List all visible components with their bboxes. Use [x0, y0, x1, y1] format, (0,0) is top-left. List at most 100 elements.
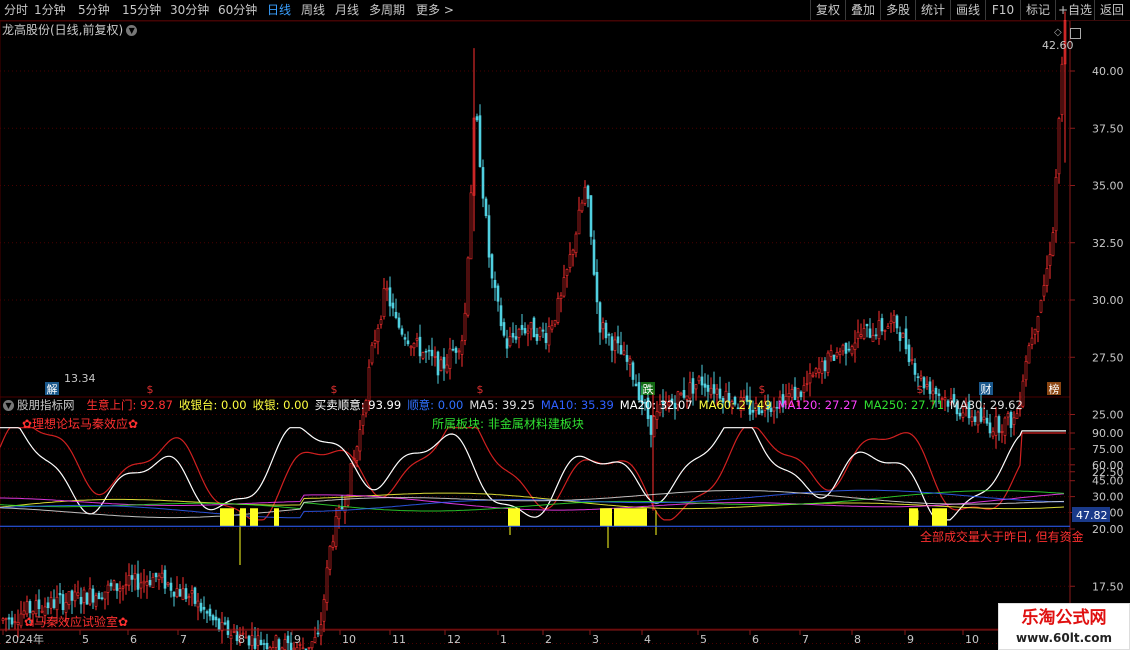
event-marker: $: [331, 383, 338, 396]
candle-body: [400, 328, 404, 335]
candle-body: [697, 376, 701, 382]
candle-body: [565, 269, 569, 276]
candle-body: [316, 632, 320, 635]
candle-body: [532, 317, 536, 338]
candle-body: [334, 516, 338, 547]
signal-bar: [600, 508, 612, 527]
candle-body: [811, 374, 815, 377]
chart-canvas: 40.0037.5035.0032.5030.0027.5025.0022.50…: [0, 11, 1124, 650]
candle-body: [517, 328, 521, 338]
candle-body: [610, 336, 614, 351]
candle-body: [88, 588, 92, 605]
x-axis-label: 6: [752, 633, 759, 646]
candle-body: [544, 333, 548, 343]
x-axis-label: 10: [965, 633, 979, 646]
candle-body: [37, 599, 41, 610]
candle-body: [631, 362, 635, 380]
candle-body: [694, 384, 698, 390]
candle-body: [859, 334, 863, 337]
candle-body: [913, 363, 917, 375]
candle-body: [469, 192, 473, 260]
candle-body: [157, 575, 161, 581]
signal-bar: [250, 508, 258, 527]
candle-body: [61, 594, 65, 611]
candle-body: [322, 599, 326, 622]
candle-body: [973, 416, 977, 422]
candle-body: [376, 328, 380, 343]
indicator-value: MA5: 39.25: [469, 398, 535, 412]
candle-body: [907, 344, 911, 363]
event-marker: 榜: [1049, 382, 1060, 396]
indicator-name[interactable]: 股朋指标网: [17, 398, 75, 412]
candle-body: [598, 302, 602, 333]
candle-body: [145, 581, 149, 586]
event-marker: 跌: [643, 382, 654, 396]
candle-body: [703, 383, 707, 388]
indicator-value: MA120: 27.27: [777, 398, 858, 412]
window-toggle-icon[interactable]: [1070, 28, 1081, 39]
candle-body: [988, 422, 992, 434]
candle-body: [916, 376, 920, 378]
candle-body: [568, 254, 572, 268]
price-tick-label: 40.00: [1092, 65, 1124, 78]
candle-body: [16, 622, 20, 625]
candle-body: [85, 592, 89, 605]
candle-body: [1042, 285, 1046, 297]
candle-body: [595, 272, 599, 303]
candle-body: [148, 580, 152, 586]
candle-body: [130, 575, 134, 580]
indicator-value: 收银: 0.00: [252, 398, 309, 412]
price-tick-label: 20.00: [1092, 523, 1124, 536]
candle-body: [607, 334, 611, 336]
diamond-icon[interactable]: ◇: [1054, 27, 1062, 38]
candle-body: [700, 376, 704, 386]
candle-body: [208, 608, 212, 617]
candle-body: [4, 618, 8, 620]
chevron-down-icon[interactable]: ▼: [3, 400, 14, 411]
candle-body: [580, 202, 584, 212]
candle-body: [115, 583, 119, 591]
price-tick-label: 30.00: [1092, 294, 1124, 307]
candle-body: [10, 617, 14, 625]
candle-body: [448, 348, 452, 369]
candle-body: [514, 336, 518, 340]
candle-body: [199, 602, 203, 612]
candle-body: [367, 366, 371, 401]
candle-body: [121, 586, 125, 589]
candle-body: [1057, 118, 1061, 175]
candle-body: [424, 350, 428, 353]
candle-body: [250, 635, 254, 647]
watermark-title: 乐淘公式网: [1021, 608, 1107, 628]
candle-body: [382, 288, 386, 317]
candle-body: [1, 618, 5, 621]
candle-body: [133, 573, 137, 580]
candle-body: [436, 351, 440, 376]
candle-body: [934, 387, 938, 395]
candle-body: [187, 596, 191, 598]
candle-body: [244, 636, 248, 639]
candle-body: [925, 384, 929, 387]
event-markers: 解 $ $ $ 跌 $ $ 财 榜: [45, 382, 1061, 396]
candle-body: [856, 331, 860, 339]
candle-body: [328, 545, 332, 570]
candle-body: [832, 354, 836, 361]
candle-body: [442, 356, 446, 369]
candle-body: [829, 350, 833, 357]
candle-body: [865, 323, 869, 327]
candle-body: [313, 636, 317, 643]
candle-body: [427, 349, 431, 352]
x-axis-label: 2: [545, 633, 552, 646]
candle-body: [355, 446, 359, 461]
x-axis-label: 8: [238, 633, 245, 646]
event-marker: $: [147, 383, 154, 396]
watermark-logo: 乐淘公式网 www.60lt.com: [998, 603, 1130, 650]
candle-body: [46, 602, 50, 608]
candle-body: [1051, 232, 1055, 256]
indicator-value: MA60: 27.49: [698, 398, 772, 412]
candle-body: [343, 506, 347, 513]
signal-bar: [220, 508, 234, 527]
x-axis-label: 11: [392, 633, 406, 646]
signal-bar: [240, 508, 246, 527]
candle-body: [985, 417, 989, 424]
candle-body: [289, 642, 293, 650]
